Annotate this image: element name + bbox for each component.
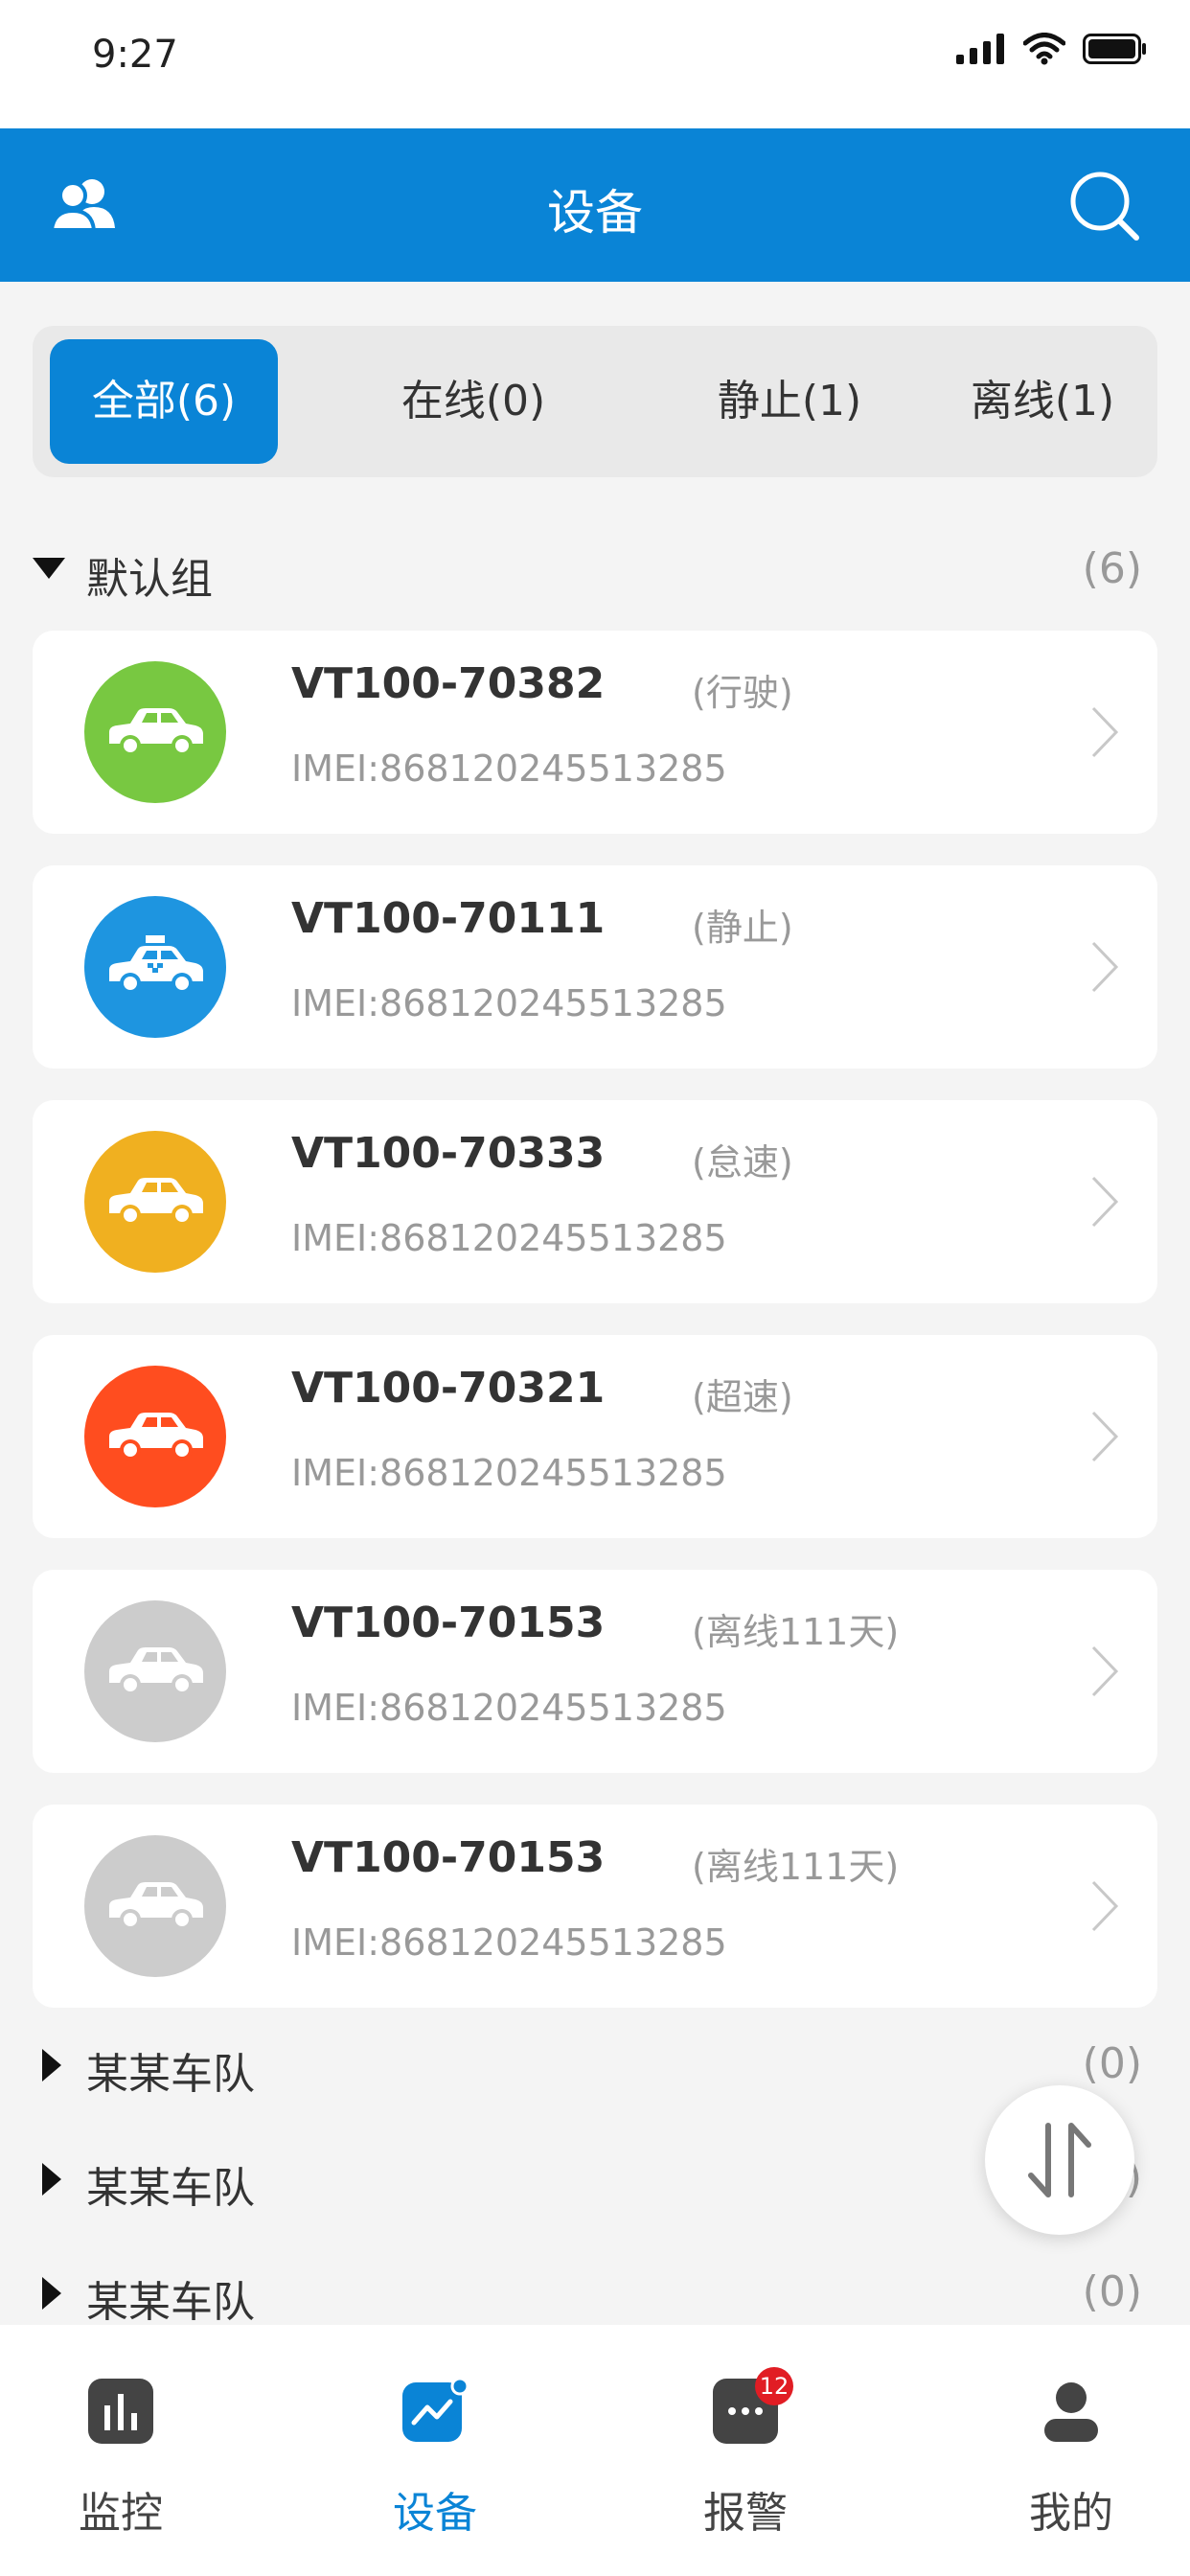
sort-arrows-icon <box>1028 2123 1091 2197</box>
tabbar-label: 监控 <box>79 2489 163 2538</box>
device-name: VT100-70382 <box>291 659 606 708</box>
car-icon <box>109 1882 203 1930</box>
tab-offline[interactable]: 离线(1) <box>937 339 1148 464</box>
chart-icon <box>88 2379 153 2444</box>
tabbar-label: 报警 <box>703 2489 788 2538</box>
tab-online[interactable]: 在线(0) <box>349 339 598 464</box>
car-status-circle <box>84 1131 226 1273</box>
device-imei: IMEI:868120245513285 <box>291 1217 727 1259</box>
tab-stationary[interactable]: 静止(1) <box>665 339 914 464</box>
caret-down-icon <box>33 558 65 579</box>
chevron-right-icon <box>1091 941 1119 993</box>
group-count: (0) <box>1082 2039 1142 2088</box>
device-imei: IMEI:868120245513285 <box>291 1687 727 1729</box>
device-name: VT100-70333 <box>291 1129 606 1178</box>
device-imei: IMEI:868120245513285 <box>291 1921 727 1964</box>
group-header-default[interactable]: 默认组 (6) <box>33 537 1157 604</box>
group-name: 某某车队 <box>86 2050 255 2099</box>
tabbar-item-device[interactable]: 设备 <box>320 2325 550 2576</box>
chevron-right-icon <box>1091 1880 1119 1932</box>
device-name: VT100-70153 <box>291 1833 606 1882</box>
device-status: (离线111天) <box>692 1846 900 1888</box>
device-card[interactable]: VT100-70333 (怠速) IMEI:868120245513285 <box>33 1100 1157 1303</box>
status-bar: 9:27 <box>0 0 1190 128</box>
group-name: 某某车队 <box>86 2164 255 2213</box>
device-status: (超速) <box>692 1376 793 1418</box>
user-icon <box>1044 2382 1098 2442</box>
group-count: (6) <box>1082 544 1142 593</box>
filter-tabs: 全部(6) 在线(0) 静止(1) 离线(1) <box>33 326 1157 477</box>
tabbar-label: 设备 <box>393 2489 477 2538</box>
tabbar-label: 我的 <box>1029 2489 1113 2538</box>
device-name: VT100-70111 <box>291 894 606 943</box>
app-header: 设备 <box>0 128 1190 282</box>
car-status-circle <box>84 661 226 803</box>
device-name: VT100-70321 <box>291 1364 606 1413</box>
car-status-circle <box>84 1835 226 1977</box>
car-icon <box>109 1178 203 1226</box>
chevron-right-icon <box>1091 706 1119 758</box>
car-status-circle <box>84 896 226 1038</box>
battery-icon <box>1083 34 1146 64</box>
car-status-circle <box>84 1600 226 1742</box>
device-card[interactable]: VT100-70321 (超速) IMEI:868120245513285 <box>33 1335 1157 1538</box>
device-status: (行驶) <box>692 672 793 714</box>
device-name: VT100-70153 <box>291 1598 606 1647</box>
wifi-icon <box>1023 33 1065 65</box>
caret-right-icon <box>42 2049 61 2082</box>
signal-icon <box>956 34 1004 64</box>
tabbar-item-alarm[interactable]: 12 报警 <box>630 2325 860 2576</box>
group-count: (0) <box>1082 2267 1142 2316</box>
page-title: 设备 <box>547 185 643 241</box>
device-card[interactable]: VT100-70111 (静止) IMEI:868120245513285 <box>33 865 1157 1069</box>
bottom-tab-bar: 监控 设备 12 报警 我的 <box>0 2325 1190 2576</box>
device-card[interactable]: VT100-70382 (行驶) IMEI:868120245513285 <box>33 631 1157 834</box>
car-icon <box>109 708 203 756</box>
alarm-count-badge: 12 <box>755 2367 793 2405</box>
tabbar-item-monitor[interactable]: 监控 <box>6 2325 236 2576</box>
search-icon <box>1070 172 1139 241</box>
car-icon <box>109 1413 203 1460</box>
device-imei: IMEI:868120245513285 <box>291 982 727 1024</box>
search-button[interactable] <box>1067 169 1140 242</box>
group-name: 某某车队 <box>86 2278 255 2327</box>
group-header-collapsed[interactable]: 某某车队 (0) <box>33 2032 1157 2099</box>
sort-fab-button[interactable] <box>985 2085 1134 2235</box>
status-icons <box>956 33 1148 65</box>
device-icon <box>402 2379 468 2442</box>
tab-all[interactable]: 全部(6) <box>50 339 278 464</box>
device-status: (静止) <box>692 907 793 949</box>
device-imei: IMEI:868120245513285 <box>291 748 727 790</box>
device-imei: IMEI:868120245513285 <box>291 1452 727 1494</box>
device-card[interactable]: VT100-70153 (离线111天) IMEI:86812024551328… <box>33 1570 1157 1773</box>
tabbar-item-mine[interactable]: 我的 <box>956 2325 1186 2576</box>
status-time: 9:27 <box>92 33 178 77</box>
caret-right-icon <box>42 2277 61 2310</box>
caret-right-icon <box>42 2163 61 2196</box>
device-status: (怠速) <box>692 1141 793 1184</box>
group-header-collapsed[interactable]: 某某车队 (0) <box>33 2260 1157 2327</box>
device-card[interactable]: VT100-70153 (离线111天) IMEI:86812024551328… <box>33 1805 1157 2008</box>
device-status: (离线111天) <box>692 1611 900 1653</box>
group-name: 默认组 <box>86 555 213 604</box>
car-status-circle <box>84 1366 226 1507</box>
chevron-right-icon <box>1091 1176 1119 1228</box>
taxi-icon <box>109 935 203 994</box>
chevron-right-icon <box>1091 1645 1119 1697</box>
car-icon <box>109 1647 203 1695</box>
chevron-right-icon <box>1091 1411 1119 1462</box>
